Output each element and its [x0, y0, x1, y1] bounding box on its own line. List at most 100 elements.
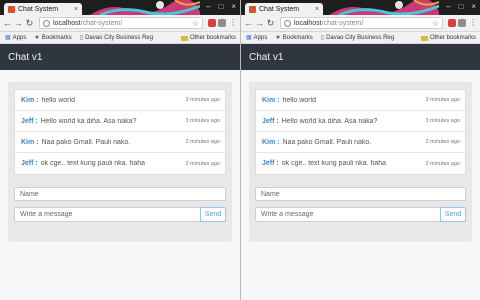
message-author: Jeff :	[21, 117, 38, 125]
info-icon[interactable]	[43, 19, 50, 27]
message-item: Kim : hello world 3 minutes ago	[15, 90, 225, 111]
message-input[interactable]	[14, 207, 200, 222]
bookmark-davao-label: Davao City Business Reg	[326, 34, 395, 41]
message-text: Hello world ka diha. Asa naka?	[40, 117, 137, 125]
app-header: Chat v1	[0, 44, 240, 70]
bookmark-other-label: Other bookmarks	[189, 35, 236, 41]
url-path: /chat-system/	[80, 19, 123, 27]
back-icon[interactable]: ←	[244, 18, 253, 28]
extension-gray-icon[interactable]	[458, 19, 466, 27]
address-bar[interactable]: localhost/chat-system/ ☆	[280, 17, 443, 29]
minimize-button[interactable]: –	[206, 2, 210, 12]
bookmark-apps[interactable]: ▦ Apps	[5, 34, 27, 42]
folder-icon	[420, 35, 428, 41]
message-author: Jeff :	[21, 160, 38, 167]
message-time: 3 minutes ago	[185, 97, 220, 103]
browser-window-left: Chat System × – □ × ← → ↻ localhost/chat…	[0, 0, 240, 300]
tab-close-icon[interactable]: ×	[315, 6, 319, 13]
window-controls: – □ ×	[446, 2, 476, 12]
send-button[interactable]: Send	[440, 207, 466, 222]
forward-icon[interactable]: →	[255, 18, 264, 28]
bookmarks-bar: ▦ Apps ★ Bookmarks ▯ Davao City Business Re…	[0, 32, 240, 44]
url-host: localhost	[53, 19, 81, 27]
tab-close-icon[interactable]: ×	[74, 6, 78, 13]
browser-window-right: Chat System × – □ × ← → ↻ localhost/chat…	[241, 0, 480, 300]
bookmark-bookmarks-label: Bookmarks	[282, 34, 313, 41]
message-time: 3 minutes ago	[425, 118, 460, 124]
back-icon[interactable]: ←	[3, 18, 12, 28]
message-text: Hello world ka diha. Asa naka?	[281, 117, 378, 125]
bookmark-star-icon[interactable]: ☆	[429, 19, 439, 28]
close-window-button[interactable]: ×	[471, 2, 476, 12]
message-text: Naa pako Gmall. Pauli nako.	[282, 138, 372, 146]
tab-title: Chat System	[259, 5, 300, 13]
bookmark-bookmarks-label: Bookmarks	[41, 34, 72, 41]
page-icon: ▯	[79, 35, 84, 41]
message-time: 2 minutes ago	[425, 139, 460, 145]
tab-title: Chat System	[18, 5, 59, 13]
bookmark-bookmarks[interactable]: ★ Bookmarks	[275, 34, 313, 42]
menu-icon[interactable]: ⋮	[229, 19, 237, 27]
page-content: Kim : hello world 3 minutes ago Jeff : H…	[0, 70, 240, 300]
message-item: Kim : hello world 3 minutes ago	[256, 90, 465, 111]
page-icon: ▯	[320, 35, 325, 41]
message-time: 2 minutes ago	[185, 139, 220, 145]
compose-row: Send	[255, 207, 466, 222]
bookmark-other-label: Other bookmarks	[429, 35, 476, 41]
bookmark-apps-label: Apps	[12, 34, 27, 41]
message-time: 3 minutes ago	[425, 97, 460, 103]
bookmark-other[interactable]: Other bookmarks	[420, 32, 476, 44]
reload-icon[interactable]: ↻	[266, 18, 275, 28]
extension-red-icon[interactable]	[208, 19, 216, 27]
bookmark-davao[interactable]: ▯ Davao City Business Reg	[320, 34, 395, 42]
name-input[interactable]	[255, 187, 466, 201]
app-header: Chat v1	[241, 44, 480, 70]
compose-row: Send	[14, 207, 226, 222]
apps-icon: ▦	[246, 35, 252, 41]
chat-panel: Kim : hello world 3 minutes ago Jeff : H…	[249, 82, 472, 242]
close-window-button[interactable]: ×	[231, 2, 236, 12]
message-time: 3 minutes ago	[185, 118, 220, 124]
reload-icon[interactable]: ↻	[25, 18, 34, 28]
message-author: Kim :	[21, 138, 39, 146]
message-time: 2 minutes ago	[425, 160, 460, 167]
bookmark-apps-label: Apps	[253, 34, 268, 41]
message-item: Kim : Naa pako Gmall. Pauli nako. 2 minu…	[256, 132, 465, 153]
browser-tab[interactable]: Chat System ×	[4, 3, 82, 15]
info-icon[interactable]	[284, 19, 291, 27]
message-author: Kim :	[262, 96, 280, 104]
browser-tab[interactable]: Chat System ×	[245, 3, 323, 15]
bookmark-apps[interactable]: ▦ Apps	[246, 34, 268, 42]
maximize-button[interactable]: □	[458, 2, 463, 12]
favicon-icon	[249, 5, 256, 13]
maximize-button[interactable]: □	[218, 2, 223, 12]
url-path: /chat-system/	[321, 19, 364, 27]
desktop-wallpaper-graphic	[329, 0, 439, 15]
apps-icon: ▦	[5, 35, 11, 41]
desktop-wallpaper-graphic	[90, 0, 200, 15]
message-text: ok cge.. text kung pauli nka. haha	[40, 160, 146, 167]
page-content: Kim : hello world 3 minutes ago Jeff : H…	[241, 70, 480, 300]
message-input[interactable]	[255, 207, 440, 222]
message-item: Kim : Naa pako Gmall. Pauli nako. 2 minu…	[15, 132, 225, 153]
name-input[interactable]	[14, 187, 226, 201]
message-author: Jeff :	[262, 117, 279, 125]
address-bar[interactable]: localhost/chat-system/ ☆	[39, 17, 203, 29]
bookmark-davao-label: Davao City Business Reg	[85, 34, 154, 41]
bookmark-other[interactable]: Other bookmarks	[180, 32, 236, 44]
chat-panel: Kim : hello world 3 minutes ago Jeff : H…	[8, 82, 232, 242]
menu-icon[interactable]: ⋮	[469, 19, 477, 27]
extension-red-icon[interactable]	[448, 19, 456, 27]
minimize-button[interactable]: –	[446, 2, 450, 12]
bookmark-bookmarks[interactable]: ★ Bookmarks	[34, 34, 72, 42]
send-button[interactable]: Send	[200, 207, 226, 222]
message-item: Jeff : ok cge.. text kung pauli nka. hah…	[15, 153, 225, 174]
extension-gray-icon[interactable]	[218, 19, 226, 27]
message-item: Jeff : Hello world ka diha. Asa naka? 3 …	[256, 111, 465, 132]
url-host: localhost	[294, 19, 322, 27]
message-text: hello world	[41, 96, 75, 104]
forward-icon[interactable]: →	[14, 18, 23, 28]
bookmark-star-icon[interactable]: ☆	[189, 19, 199, 28]
favicon-icon	[8, 5, 15, 13]
bookmark-davao[interactable]: ▯ Davao City Business Reg	[79, 34, 154, 42]
